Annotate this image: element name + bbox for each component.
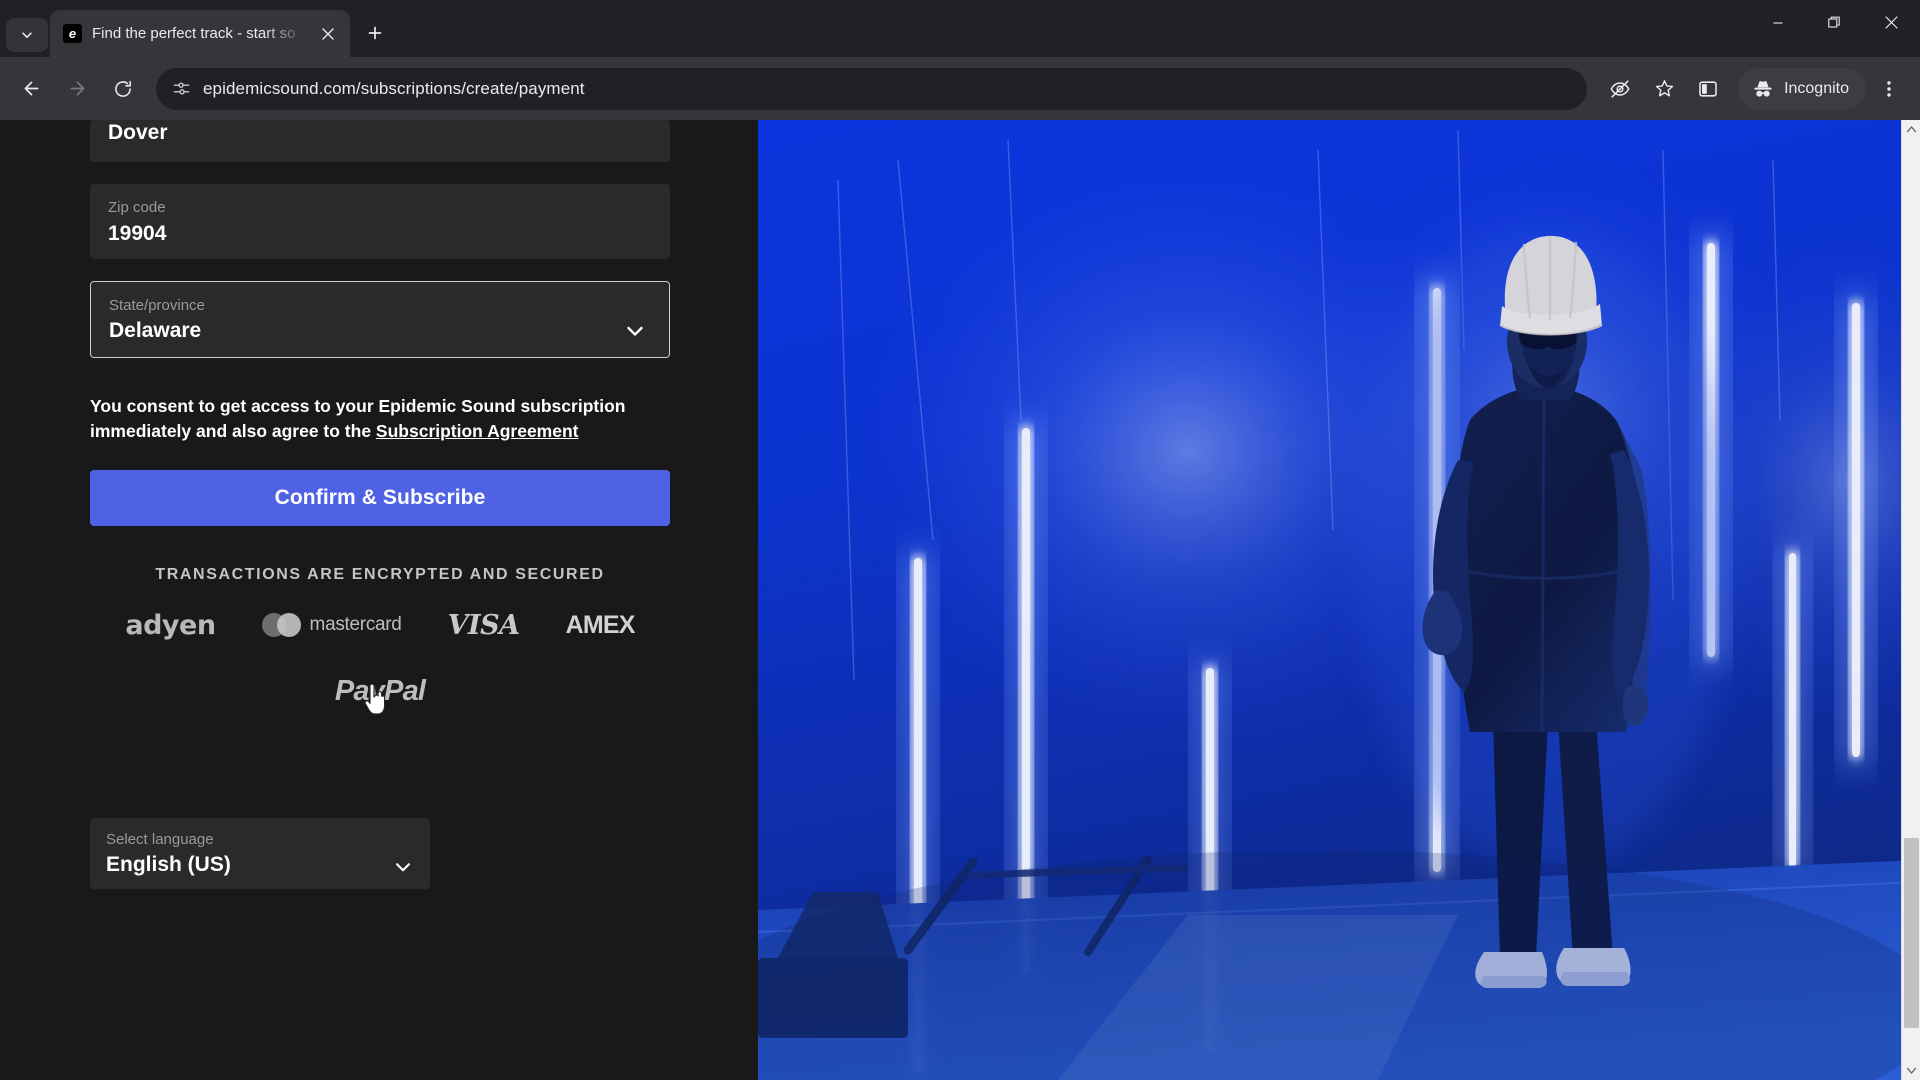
plus-icon [368,26,382,40]
state-province-select[interactable]: State/province Delaware [90,280,670,358]
chevron-down-icon [22,32,32,38]
new-tab-button[interactable] [358,16,392,50]
consent-text: You consent to get access to your Epidem… [90,394,670,444]
mastercard-label: mastercard [309,614,402,636]
eye-slash-icon [1610,79,1630,98]
confirm-and-subscribe-button[interactable]: Confirm & Subscribe [90,469,670,526]
close-window-button[interactable] [1863,0,1920,45]
side-panel-button[interactable] [1687,68,1729,110]
page-scrollbar[interactable] [1901,120,1920,1080]
scroll-up-arrow-icon [1906,126,1916,133]
language-select-label: Select language [106,830,214,848]
tab-title: Find the perfect track - start so [92,25,296,42]
city-value: Dover [108,121,168,144]
close-icon [1885,16,1898,29]
reload-icon [115,80,131,97]
incognito-hat-icon [1754,80,1772,97]
checkout-form-panel: Dover Zip code 19904 State/province Dela… [0,120,758,1080]
state-province-value: Delaware [109,319,202,343]
mastercard-circles-icon [261,613,301,638]
scroll-up-button[interactable] [1902,120,1920,139]
page-settings-icon[interactable] [172,79,191,98]
minimize-icon [1773,21,1782,24]
visa-logo: VISA [447,609,521,641]
language-select-value: English (US) [106,853,231,877]
mastercard-logo: mastercard [261,613,402,638]
window-controls [1749,0,1920,45]
close-icon [322,27,334,40]
language-select[interactable]: Select language English (US) [90,817,430,890]
scroll-down-button[interactable] [1902,1061,1920,1080]
forward-button[interactable] [56,68,98,110]
subscription-agreement-link[interactable]: Subscription Agreement [376,421,579,441]
forward-arrow-icon [70,81,84,96]
city-field[interactable]: Dover [90,120,670,162]
amex-logo: AMEX [565,610,636,639]
back-button[interactable] [10,68,52,110]
minimize-button[interactable] [1749,0,1806,45]
incognito-label: Incognito [1784,79,1849,97]
favicon-glyph: e [68,26,77,41]
reload-button[interactable] [102,68,144,110]
browser-window: e Find the perfect track - start so epid… [0,0,1920,1080]
tracking-protection-button[interactable] [1599,68,1641,110]
zip-code-field[interactable]: Zip code 19904 [90,184,670,259]
toolbar-actions: Incognito [1599,67,1910,110]
browser-toolbar: epidemicsound.com/subscriptions/create/p… [0,57,1920,120]
side-panel-icon [1699,80,1717,97]
page-viewport: Dover Zip code 19904 State/province Dela… [0,120,1920,1080]
address-bar[interactable]: epidemicsound.com/subscriptions/create/p… [156,67,1588,110]
three-dot-menu-icon [1887,80,1891,97]
tab-close-button[interactable] [316,22,340,46]
chevron-down-icon [627,326,643,336]
incognito-indicator[interactable]: Incognito [1738,67,1866,110]
state-province-label: State/province [109,296,205,314]
scroll-thumb[interactable] [1904,838,1919,1028]
transactions-secured-label: TRANSACTIONS ARE ENCRYPTED AND SECURED [155,565,605,583]
artist-under-led-tubes-photo [758,120,1920,1080]
adyen-logo: adyen [125,609,216,641]
epidemic-sound-favicon: e [63,24,82,43]
maximize-button[interactable] [1806,0,1863,45]
paypal-logo-row: PayPal [90,675,670,708]
payment-logos-row: adyen mastercard VISA AMEX [90,610,670,641]
zip-code-label: Zip code [108,199,166,216]
tab-strip: e Find the perfect track - start so [0,0,1920,57]
back-arrow-icon [24,81,38,96]
paypal-logo: PayPal [334,674,426,707]
url-text: epidemicsound.com/subscriptions/create/p… [203,78,585,98]
star-icon [1655,80,1673,97]
zip-code-value: 19904 [108,221,167,245]
hero-image-panel [758,120,1920,1080]
restore-window-icon [1828,16,1840,28]
chevron-down-icon [395,863,411,872]
scroll-down-arrow-icon [1907,1067,1916,1074]
tab-search-button[interactable] [6,18,48,52]
browser-menu-button[interactable] [1868,68,1910,110]
bookmark-button[interactable] [1643,68,1685,110]
browser-tab[interactable]: e Find the perfect track - start so [50,10,350,57]
